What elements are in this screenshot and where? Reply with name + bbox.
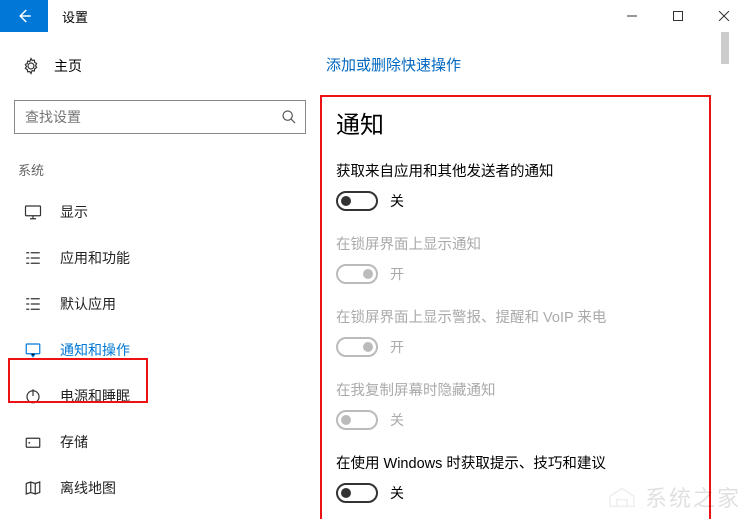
setting-windows-tips: 在使用 Windows 时获取提示、技巧和建议 关 — [336, 452, 695, 503]
toggle-get-notifications[interactable] — [336, 191, 378, 211]
search-input[interactable] — [15, 101, 305, 133]
nav-label: 离线地图 — [60, 478, 116, 498]
maximize-button[interactable] — [655, 0, 701, 32]
minimize-icon — [627, 11, 637, 21]
close-button[interactable] — [701, 0, 747, 32]
quick-actions-row: 添加或删除快速操作 — [320, 32, 739, 95]
window-title: 设置 — [48, 0, 102, 32]
toggle-state: 关 — [390, 483, 404, 503]
map-icon — [24, 479, 42, 497]
titlebar: 设置 — [0, 0, 747, 32]
nav-label: 显示 — [60, 202, 88, 222]
setting-hide-on-duplicate: 在我复制屏幕时隐藏通知 关 — [336, 379, 695, 430]
setting-lockscreen-alarms: 在锁屏界面上显示警报、提醒和 VoIP 来电 开 — [336, 306, 695, 357]
home-button[interactable]: 主页 — [14, 50, 306, 82]
nav-item-storage[interactable]: 存储 — [14, 419, 306, 465]
setting-label: 在锁屏界面上显示通知 — [336, 233, 695, 254]
nav-label: 存储 — [60, 432, 88, 452]
nav-label: 应用和功能 — [60, 248, 130, 268]
nav-list: 显示 应用和功能 默认应用 通知和操作 电源和睡眠 存储 — [14, 189, 306, 511]
nav-label: 通知和操作 — [60, 340, 130, 360]
window-controls — [609, 0, 747, 32]
toggle-state: 开 — [390, 337, 404, 357]
setting-label: 在锁屏界面上显示警报、提醒和 VoIP 来电 — [336, 306, 695, 327]
apps-icon — [24, 249, 42, 267]
nav-label: 电源和睡眠 — [60, 386, 130, 406]
nav-item-display[interactable]: 显示 — [14, 189, 306, 235]
quick-actions-link[interactable]: 添加或删除快速操作 — [326, 57, 461, 74]
nav-item-default-apps[interactable]: 默认应用 — [14, 281, 306, 327]
toggle-state: 开 — [390, 264, 404, 284]
search-box[interactable] — [14, 100, 306, 134]
default-apps-icon — [24, 295, 42, 313]
setting-label: 在我复制屏幕时隐藏通知 — [336, 379, 695, 400]
sidebar: 主页 系统 显示 应用和功能 默认应用 通知和操作 — [0, 32, 320, 519]
setting-get-notifications: 获取来自应用和其他发送者的通知 关 — [336, 160, 695, 211]
nav-item-notifications[interactable]: 通知和操作 — [14, 327, 306, 373]
nav-item-power[interactable]: 电源和睡眠 — [14, 373, 306, 419]
notification-icon — [24, 341, 42, 359]
display-icon — [24, 203, 42, 221]
section-title: 通知 — [336, 105, 695, 140]
minimize-button[interactable] — [609, 0, 655, 32]
maximize-icon — [673, 11, 683, 21]
content-area: 添加或删除快速操作 通知 获取来自应用和其他发送者的通知 关 在锁屏界面上显示通… — [320, 32, 747, 519]
gear-icon — [22, 57, 40, 75]
titlebar-spacer — [102, 0, 609, 32]
toggle-state: 关 — [390, 191, 404, 211]
arrow-left-icon — [15, 7, 33, 25]
setting-lockscreen-notifications: 在锁屏界面上显示通知 开 — [336, 233, 695, 284]
storage-icon — [24, 433, 42, 451]
toggle-state: 关 — [390, 410, 404, 430]
setting-label: 在使用 Windows 时获取提示、技巧和建议 — [336, 452, 695, 473]
toggle-windows-tips[interactable] — [336, 483, 378, 503]
scrollbar-thumb[interactable] — [721, 32, 729, 64]
home-label: 主页 — [54, 56, 82, 76]
nav-item-apps[interactable]: 应用和功能 — [14, 235, 306, 281]
notifications-section: 通知 获取来自应用和其他发送者的通知 关 在锁屏界面上显示通知 开 在锁屏界面上… — [320, 95, 711, 519]
search-icon — [281, 109, 297, 125]
nav-label: 默认应用 — [60, 294, 116, 314]
toggle-lockscreen-notifications — [336, 264, 378, 284]
back-button[interactable] — [0, 0, 48, 32]
setting-label: 获取来自应用和其他发送者的通知 — [336, 160, 695, 181]
toggle-lockscreen-alarms — [336, 337, 378, 357]
power-icon — [24, 387, 42, 405]
toggle-hide-on-duplicate — [336, 410, 378, 430]
nav-item-offline-maps[interactable]: 离线地图 — [14, 465, 306, 511]
close-icon — [719, 11, 729, 21]
category-label: 系统 — [14, 156, 306, 189]
